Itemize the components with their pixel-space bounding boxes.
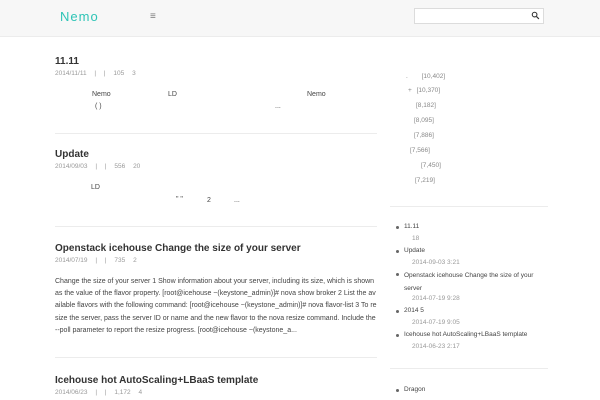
category-item[interactable]: . [10,402] bbox=[406, 73, 445, 80]
meta-separator: | bbox=[104, 389, 107, 396]
meta-separator: | bbox=[95, 163, 98, 170]
recent-post-link[interactable]: Update bbox=[404, 246, 544, 256]
post-meta: 2014/11/11 | | 105 3 bbox=[55, 70, 377, 77]
recent-post-link[interactable]: 2014 5 bbox=[404, 306, 544, 316]
sidebar-divider bbox=[390, 206, 548, 207]
category-item[interactable]: [7,886] bbox=[414, 132, 434, 139]
recent-post-subtext: 2014-07-19 9:28 bbox=[412, 295, 460, 302]
bullet-icon bbox=[396, 310, 399, 313]
search-icon[interactable] bbox=[531, 11, 540, 20]
sidebar-tag-link[interactable]: Dragon bbox=[404, 385, 544, 395]
excerpt-text: ( ) bbox=[95, 103, 102, 110]
post-date: 2014/07/19 bbox=[55, 257, 88, 264]
post-card: 11.11 2014/11/11 | | 105 3 bbox=[55, 56, 377, 77]
post-views: 105 bbox=[113, 70, 125, 77]
excerpt-text: ... bbox=[275, 103, 281, 110]
post-divider bbox=[55, 226, 377, 227]
excerpt-text: ... bbox=[234, 197, 240, 204]
category-count: [8,095] bbox=[414, 117, 434, 124]
category-item[interactable]: [7,450] bbox=[421, 162, 441, 169]
category-count: [8,182] bbox=[416, 102, 436, 109]
recent-post-link[interactable]: Openstack icehouse Change the size of yo… bbox=[404, 269, 544, 295]
search-input[interactable] bbox=[415, 9, 529, 23]
post-meta: 2014/09/03 | | 556 20 bbox=[55, 163, 377, 170]
recent-post-link[interactable]: Icehouse hot AutoScaling+LBaaS template bbox=[404, 330, 544, 340]
post-title[interactable]: Openstack icehouse Change the size of yo… bbox=[55, 243, 377, 254]
meta-separator: | bbox=[95, 257, 98, 264]
excerpt-text: Nemo bbox=[307, 91, 326, 98]
meta-separator: | bbox=[104, 163, 107, 170]
post-excerpt: Change the size of your server 1 Show in… bbox=[55, 278, 377, 334]
post-card: Icehouse hot AutoScaling+LBaaS template … bbox=[55, 375, 377, 396]
post-meta: 2014/06/23 | | 1,172 4 bbox=[55, 389, 377, 396]
post-views: 735 bbox=[114, 257, 126, 264]
recent-post-subtext: 2014-09-03 3:21 bbox=[412, 259, 460, 266]
category-label: + bbox=[408, 87, 412, 94]
category-item[interactable]: [7,219] bbox=[415, 177, 435, 184]
post-title[interactable]: Update bbox=[55, 149, 377, 160]
post-date: 2014/06/23 bbox=[55, 389, 88, 396]
category-item[interactable]: [7,566] bbox=[410, 147, 430, 154]
excerpt-text: 2 bbox=[207, 197, 211, 204]
meta-separator: | bbox=[94, 70, 97, 77]
excerpt-text: " " bbox=[176, 196, 183, 203]
bullet-icon bbox=[396, 389, 399, 392]
post-date: 2014/09/03 bbox=[55, 163, 88, 170]
meta-separator: | bbox=[104, 257, 107, 264]
bullet-icon bbox=[396, 334, 399, 337]
recent-post-subtext: 18 bbox=[412, 235, 420, 242]
post-date: 2014/11/11 bbox=[55, 70, 87, 77]
post-comments[interactable]: 4 bbox=[138, 389, 142, 396]
category-count: [7,219] bbox=[415, 177, 435, 184]
site-logo[interactable]: Nemo bbox=[60, 9, 99, 24]
menu-icon[interactable]: ≡ bbox=[150, 11, 156, 22]
post-comments[interactable]: 3 bbox=[132, 70, 136, 77]
recent-post-subtext: 2014-07-19 9:05 bbox=[412, 319, 460, 326]
excerpt-text: LD bbox=[168, 91, 177, 98]
post-comments[interactable]: 2 bbox=[133, 257, 137, 264]
category-count: [10,370] bbox=[416, 87, 441, 94]
meta-separator: | bbox=[103, 70, 106, 77]
meta-separator: | bbox=[95, 389, 98, 396]
sidebar-divider bbox=[390, 368, 548, 369]
bullet-icon bbox=[396, 226, 399, 229]
category-count: [7,566] bbox=[410, 147, 430, 154]
post-meta: 2014/07/19 | | 735 2 bbox=[55, 257, 377, 264]
category-item[interactable]: [8,182] bbox=[416, 102, 436, 109]
category-count: [10,402] bbox=[421, 73, 446, 80]
post-title[interactable]: 11.11 bbox=[55, 56, 377, 67]
excerpt-text: Nemo bbox=[92, 91, 111, 98]
category-count: [7,450] bbox=[421, 162, 441, 169]
excerpt-text: LD bbox=[91, 184, 100, 191]
category-label: . bbox=[406, 73, 408, 80]
category-item[interactable]: [8,095] bbox=[414, 117, 434, 124]
recent-post-link[interactable]: 11.11 bbox=[404, 222, 544, 232]
post-divider bbox=[55, 357, 377, 358]
bullet-icon bbox=[396, 250, 399, 253]
recent-post-subtext: 2014-06-23 2:17 bbox=[412, 343, 460, 350]
post-card: Update 2014/09/03 | | 556 20 bbox=[55, 149, 377, 170]
post-divider bbox=[55, 133, 377, 134]
search-box bbox=[414, 8, 544, 24]
post-card: Openstack icehouse Change the size of yo… bbox=[55, 243, 377, 337]
bullet-icon bbox=[396, 273, 399, 276]
category-item[interactable]: + [10,370] bbox=[408, 87, 440, 94]
post-comments[interactable]: 20 bbox=[133, 163, 140, 170]
post-title[interactable]: Icehouse hot AutoScaling+LBaaS template bbox=[55, 375, 377, 386]
post-views: 1,172 bbox=[114, 389, 131, 396]
post-views: 556 bbox=[114, 163, 126, 170]
site-header: Nemo ≡ bbox=[0, 0, 600, 37]
category-count: [7,886] bbox=[414, 132, 434, 139]
